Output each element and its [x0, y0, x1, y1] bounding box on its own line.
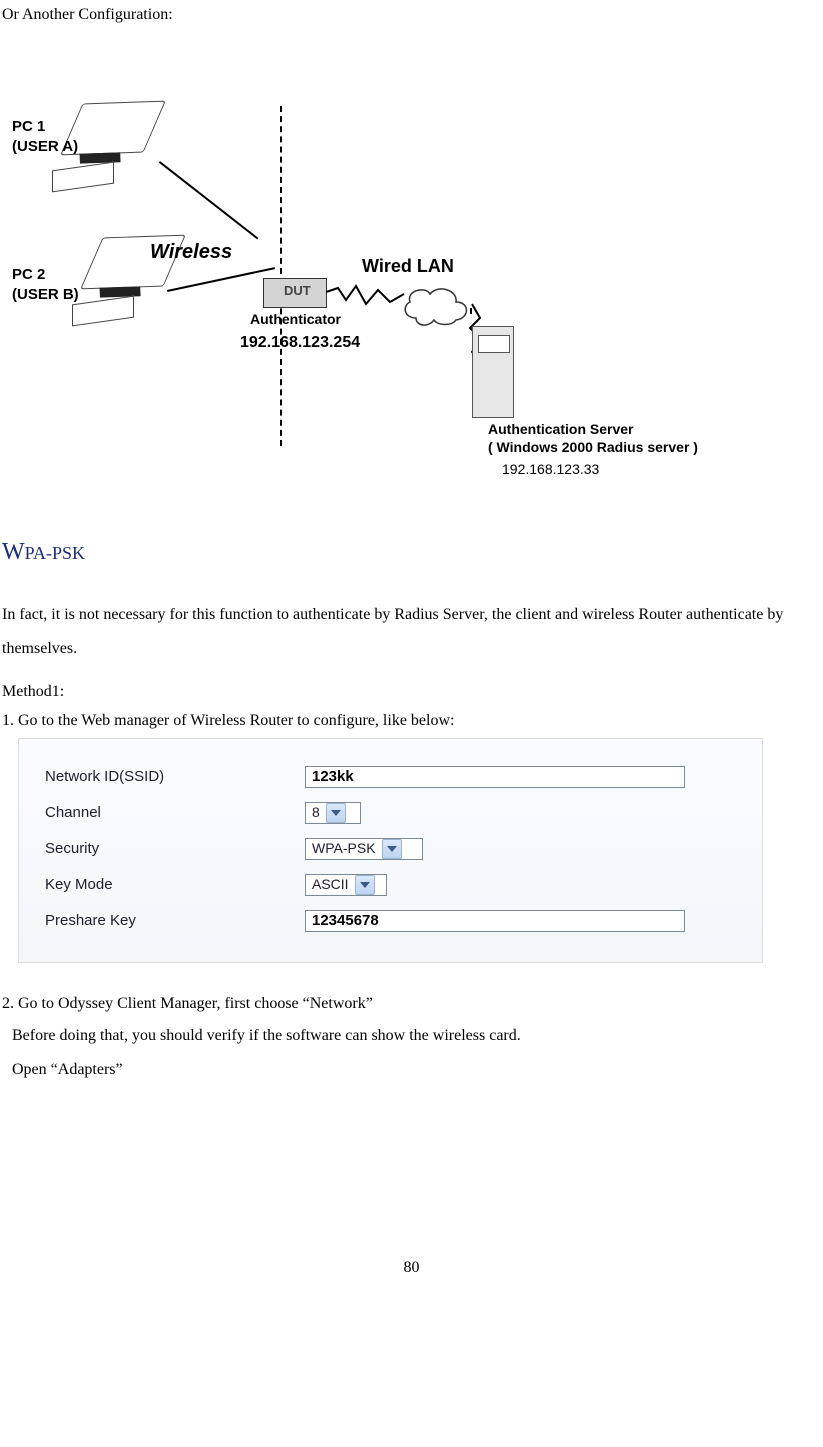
- pc2-user: (USER B): [12, 284, 79, 305]
- row-channel: Channel 8: [45, 797, 736, 829]
- step1-text: 1. Go to the Web manager of Wireless Rou…: [2, 710, 821, 732]
- preshare-input[interactable]: [305, 910, 685, 932]
- step2-text: 2. Go to Odyssey Client Manager, first c…: [2, 993, 821, 1015]
- chevron-down-icon: [382, 839, 402, 859]
- router-config-screenshot: Network ID(SSID) Channel 8 Security WPA-…: [18, 738, 763, 963]
- intro-line: Or Another Configuration:: [2, 4, 821, 26]
- cloud-shape: [398, 282, 474, 328]
- auth-server-ip: 192.168.123.33: [502, 460, 599, 480]
- security-value: WPA-PSK: [312, 839, 376, 859]
- pc2-keyboard: [72, 296, 134, 327]
- wpa-paragraph: In fact, it is not necessary for this fu…: [2, 598, 821, 665]
- page-number: 80: [2, 1257, 821, 1279]
- keymode-label: Key Mode: [45, 874, 305, 895]
- wired-lan-label: Wired LAN: [362, 254, 454, 279]
- pc2-name: PC 2: [12, 264, 45, 285]
- ssid-input[interactable]: [305, 766, 685, 788]
- pc1-name: PC 1: [12, 116, 45, 137]
- row-keymode: Key Mode ASCII: [45, 869, 736, 901]
- step2b-text: Open “Adapters”: [12, 1053, 821, 1087]
- pc1-user: (USER A): [12, 136, 78, 157]
- wpa-psk-heading: WPA-PSK: [2, 536, 821, 570]
- row-security: Security WPA-PSK: [45, 833, 736, 865]
- step2a-text: Before doing that, you should verify if …: [12, 1019, 821, 1053]
- row-ssid: Network ID(SSID): [45, 761, 736, 793]
- wireless-label: Wireless: [150, 238, 232, 266]
- auth-server-line1: Authentication Server: [488, 420, 633, 440]
- dut-ip: 192.168.123.254: [240, 332, 360, 354]
- method1-label: Method1:: [2, 681, 821, 703]
- ssid-label: Network ID(SSID): [45, 766, 305, 787]
- keymode-select[interactable]: ASCII: [305, 874, 387, 896]
- row-preshare: Preshare Key: [45, 905, 736, 937]
- line-pc1-dut: [159, 161, 259, 240]
- channel-label: Channel: [45, 802, 305, 823]
- line-pc2-dut: [167, 268, 275, 293]
- chevron-down-icon: [355, 875, 375, 895]
- wpa-heading-rest: PA-PSK: [25, 543, 85, 563]
- dashed-divider: [280, 106, 282, 446]
- channel-select[interactable]: 8: [305, 802, 361, 824]
- dut-label: DUT: [284, 282, 311, 300]
- wpa-heading-initial: W: [2, 539, 25, 565]
- server-box: [472, 326, 514, 418]
- security-select[interactable]: WPA-PSK: [305, 838, 423, 860]
- security-label: Security: [45, 838, 305, 859]
- preshare-label: Preshare Key: [45, 910, 305, 931]
- chevron-down-icon: [326, 803, 346, 823]
- line-dut-cloud: [326, 284, 406, 314]
- pc1-keyboard: [52, 162, 114, 193]
- auth-server-line2: ( Windows 2000 Radius server ): [488, 438, 698, 458]
- channel-value: 8: [312, 803, 320, 823]
- network-diagram: PC 1 (USER A) PC 2 (USER B) Wireless DUT…: [12, 86, 712, 506]
- keymode-value: ASCII: [312, 875, 349, 895]
